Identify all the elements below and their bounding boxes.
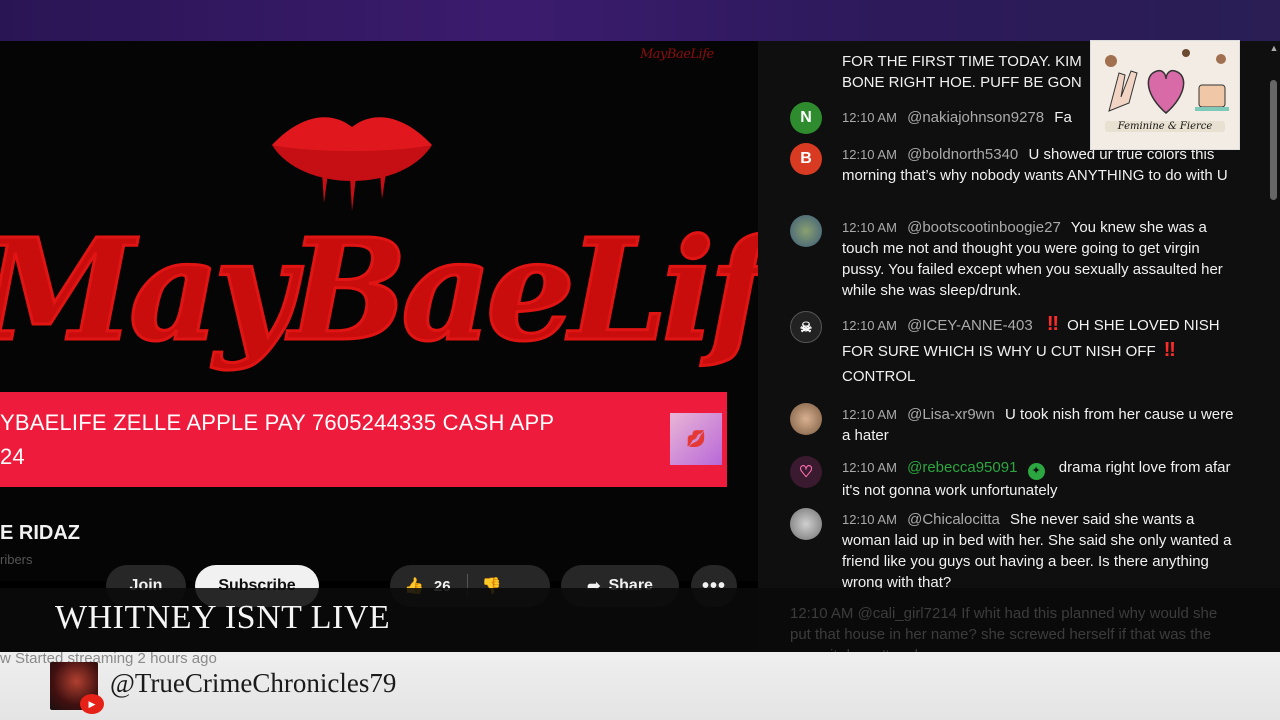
chat-author[interactable]: @rebecca95091 [907, 459, 1017, 476]
scroll-up-arrow-icon[interactable]: ▲ [1268, 42, 1280, 54]
lips-thumbnail-icon: 💋 [670, 413, 722, 465]
member-badge-icon: ✦ [1027, 463, 1045, 480]
chat-text: She never said she wants a woman laid up… [842, 511, 1232, 591]
chat-timestamp: 12:10 AM [842, 318, 897, 333]
chat-message[interactable]: 12:10 AM @boldnorth5340 U showed ur true… [790, 144, 1240, 186]
donation-line-2: 24 [0, 444, 25, 469]
chat-author[interactable]: @Chicalocitta [907, 511, 1000, 528]
channel-banner-title: MayBaeLife [0, 208, 854, 375]
video-player[interactable]: MayBaeLife MayBaeLife YBAELIFE ZELLE APP… [0, 41, 854, 607]
chat-timestamp: 12:10 AM [842, 407, 897, 422]
overlay-title: WHITNEY ISNT LIVE [55, 599, 391, 636]
peace-heart-teacup-icon [1091, 41, 1239, 149]
creator-handle: @TrueCrimeChronicles79 [110, 668, 397, 698]
corner-watermark-logo: MayBaeLife [640, 47, 714, 62]
chat-timestamp: 12:10 AM [790, 605, 854, 622]
chat-author[interactable]: @boldnorth5340 [907, 146, 1018, 163]
channel-name[interactable]: E RIDAZ [0, 522, 80, 545]
top-gradient-band [0, 0, 1280, 41]
chat-text: CONTROL [842, 368, 916, 385]
chat-text: U showed ur true colors this morning tha… [842, 146, 1228, 184]
chat-author[interactable]: @ICEY-ANNE-403 [907, 317, 1033, 334]
stream-status: w Started streaming 2 hours ago [0, 650, 217, 667]
chat-author: @cali_girl7214 [857, 605, 958, 622]
chat-timestamp: 12:10 AM [842, 110, 897, 125]
sticker-caption: Feminine & Fierce [1105, 121, 1225, 132]
chat-author[interactable]: @Lisa-xr9wn [907, 406, 995, 423]
chat-message[interactable]: 12:10 AM @Chicalocitta She never said sh… [790, 509, 1240, 593]
donation-banner: YBAELIFE ZELLE APPLE PAY 7605244335 CASH… [0, 392, 727, 487]
youtube-play-icon: ▶ [80, 694, 104, 714]
double-exclamation-icon: ‼ [1046, 313, 1059, 335]
donation-text: YBAELIFE ZELLE APPLE PAY 7605244335 CASH… [0, 406, 650, 474]
chat-timestamp: 12:10 AM [842, 220, 897, 235]
double-exclamation-icon: ‼ [1163, 339, 1176, 361]
feminine-fierce-sticker: Feminine & Fierce [1090, 40, 1240, 150]
channel-subscriber-count: ribers [0, 552, 33, 567]
chat-author[interactable]: @bootscootinboogie27 [907, 219, 1061, 236]
chat-timestamp: 12:10 AM [842, 147, 897, 162]
chat-text: Fa [1054, 109, 1072, 126]
chat-timestamp: 12:10 AM [842, 460, 897, 475]
chat-scroll-thumb[interactable] [1270, 80, 1277, 200]
chat-text: U took nish from her cause u were a hate… [842, 406, 1234, 444]
chat-message[interactable]: 12:10 AM @Lisa-xr9wn U took nish from he… [790, 404, 1240, 446]
chat-timestamp: 12:10 AM [842, 512, 897, 527]
chat-message[interactable]: 12:10 AM @bootscootinboogie27 You knew s… [790, 217, 1240, 301]
chat-message[interactable]: 12:10 AM @rebecca95091 ✦ drama right lov… [790, 457, 1240, 501]
chat-author[interactable]: @nakiajohnson9278 [907, 109, 1044, 126]
donation-line-1: YBAELIFE ZELLE APPLE PAY 7605244335 CASH… [0, 410, 555, 435]
chat-message[interactable]: 12:10 AM @ICEY-ANNE-403 ‼ OH SHE LOVED N… [790, 312, 1240, 389]
